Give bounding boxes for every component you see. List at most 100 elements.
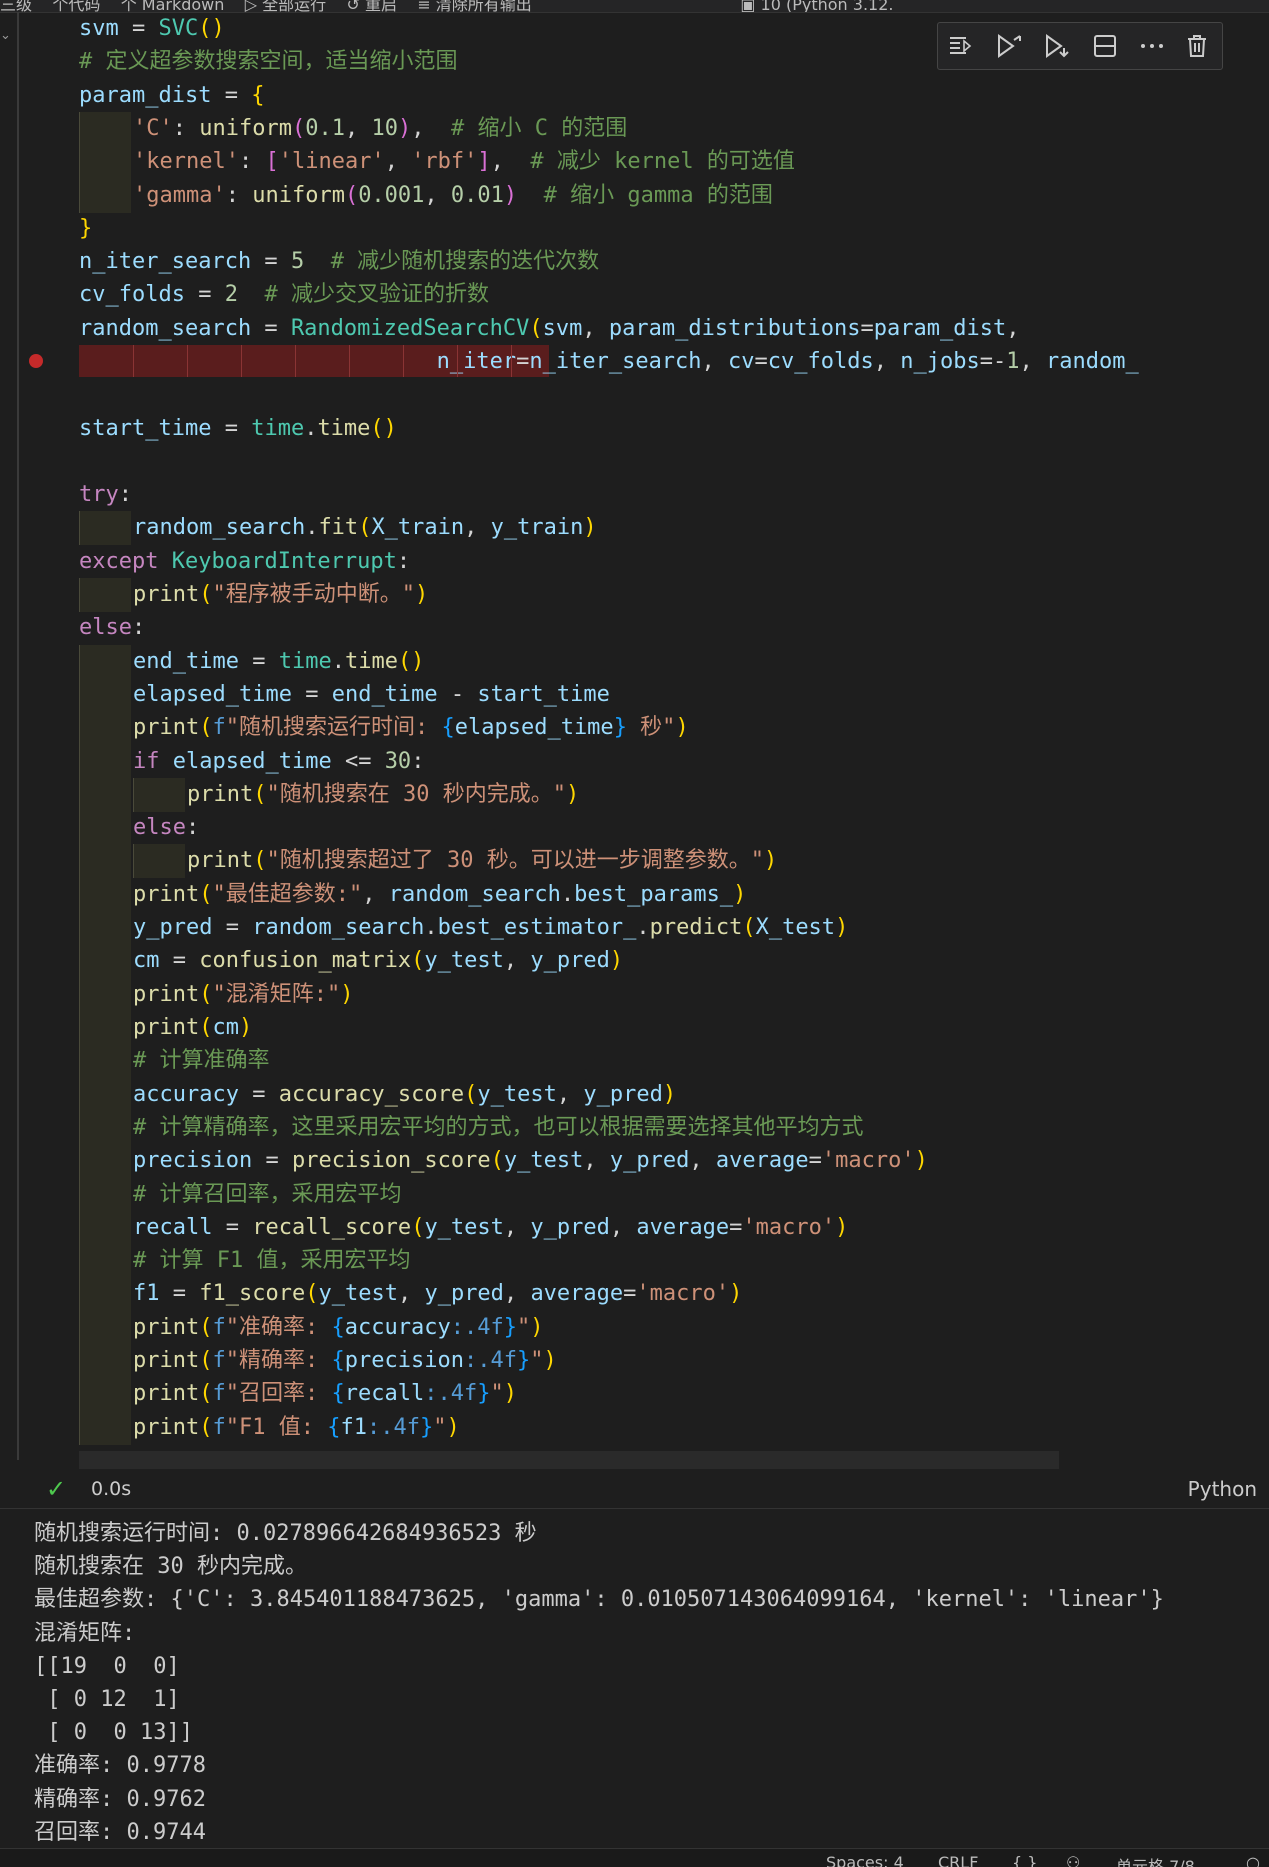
breakpoint-highlight-separator (349, 345, 350, 377)
code-token: f (212, 1415, 226, 1440)
code-token: ( (199, 1415, 213, 1440)
code-token: time (344, 649, 398, 674)
code-line[interactable]: print("程序被手动中断。") (133, 578, 428, 611)
copilot-icon[interactable]: ⚇ (1066, 1853, 1080, 1867)
code-line[interactable]: print(f"F1 值: {f1:.4f}") (133, 1411, 460, 1444)
code-token: y_test (503, 1148, 584, 1173)
code-token: { (331, 1315, 345, 1340)
code-line[interactable]: param_dist = { (79, 79, 264, 112)
code-token: 'C' (133, 116, 173, 141)
code-line[interactable]: precision = precision_score(y_test, y_pr… (133, 1144, 928, 1177)
breakpoint-highlight-separator (457, 345, 458, 377)
code-line[interactable]: print("随机搜索超过了 30 秒。可以进一步调整参数。") (187, 844, 777, 877)
code-token: RandomizedSearchCV (290, 316, 530, 341)
code-line[interactable]: 'kernel': ['linear', 'rbf'], # 减少 kernel… (133, 145, 795, 178)
code-token: , (1006, 316, 1020, 341)
code-token: y_pred (530, 1215, 610, 1240)
code-line[interactable]: y_pred = random_search.best_estimator_.p… (133, 911, 848, 944)
code-line[interactable]: if elapsed_time <= 30: (133, 745, 424, 778)
cell-focus-border (17, 12, 19, 1460)
code-line[interactable]: else: (79, 611, 145, 644)
code-line[interactable]: 'gamma': uniform(0.001, 0.01) # 缩小 gamma… (133, 179, 773, 212)
code-token: "程序被手动中断。" (212, 582, 415, 607)
code-token: confusion_matrix (199, 948, 412, 973)
code-line[interactable]: print("最佳超参数:", random_search.best_param… (133, 878, 746, 911)
output-line: [ 0 0 13]] (34, 1720, 193, 1745)
code-line[interactable]: print(f"精确率: {precision:.4f}") (133, 1344, 557, 1377)
code-token: . (331, 649, 345, 674)
code-line[interactable]: # 计算精确率，这里采用宏平均的方式，也可以根据需要选择其他平均方式 (133, 1111, 864, 1144)
output-line: 最佳超参数: {'C': 3.845401188473625, 'gamma':… (34, 1587, 1164, 1612)
code-token: " (530, 1348, 544, 1373)
indentation-setting[interactable]: Spaces: 4 (826, 1853, 904, 1867)
code-line[interactable]: print(cm) (133, 1011, 252, 1044)
code-token: , (411, 116, 451, 141)
code-line[interactable]: except KeyboardInterrupt: (79, 545, 410, 578)
code-line[interactable]: print(f"召回率: {recall:.4f}") (133, 1377, 517, 1410)
code-line[interactable]: # 计算准确率 (133, 1044, 270, 1077)
breakpoint-icon[interactable] (29, 354, 43, 368)
code-line[interactable]: 'C': uniform(0.1, 10), # 缩小 C 的范围 (133, 112, 627, 145)
code-line[interactable]: f1 = f1_score(y_test, y_pred, average='m… (133, 1277, 742, 1310)
indent-guide (79, 844, 80, 878)
code-token: = (252, 1148, 292, 1173)
indent-guide-fill (79, 911, 131, 945)
code-token: except (79, 549, 159, 574)
code-line[interactable]: cv_folds = 2 # 减少交叉验证的折数 (79, 278, 489, 311)
code-line[interactable]: random_search.fit(X_train, y_train) (133, 511, 597, 544)
code-line[interactable]: svm = SVC() (79, 12, 225, 45)
line-ending[interactable]: CRLF (938, 1853, 978, 1867)
code-token: # 减少随机搜索的迭代次数 (330, 249, 600, 274)
code-line[interactable]: # 计算召回率，采用宏平均 (133, 1178, 402, 1211)
code-token: uniform (252, 183, 345, 208)
code-line[interactable]: elapsed_time = end_time - start_time (133, 678, 610, 711)
code-editor[interactable]: svm = SVC() # 定义超参数搜索空间，适当缩小范围 param_dist … (79, 12, 1269, 1452)
code-token: n_jobs (900, 349, 980, 374)
code-line[interactable]: accuracy = accuracy_score(y_test, y_pred… (133, 1078, 676, 1111)
indent-guide (79, 911, 80, 945)
code-token: = (211, 83, 252, 108)
code-line[interactable]: # 定义超参数搜索空间，适当缩小范围 (79, 45, 458, 78)
code-token: ( (742, 915, 756, 940)
language-picker[interactable]: Python (1188, 1470, 1257, 1508)
notification-bell-icon[interactable]: ○ (1246, 1853, 1260, 1867)
code-line[interactable]: print("随机搜索在 30 秒内完成。") (187, 778, 579, 811)
code-token: cv_folds (79, 282, 185, 307)
code-token: ( (305, 1281, 319, 1306)
code-line[interactable]: end_time = time.time() (133, 645, 424, 678)
code-line[interactable]: print("混淆矩阵:") (133, 978, 353, 1011)
code-line[interactable]: else: (133, 811, 199, 844)
code-token: = (251, 316, 291, 341)
code-token: ] (477, 149, 491, 174)
code-token: ( (253, 782, 267, 807)
code-token: [ (265, 149, 279, 174)
code-line[interactable]: cm = confusion_matrix(y_test, y_pred) (133, 944, 623, 977)
language-mode-braces[interactable]: { } (1012, 1853, 1037, 1867)
code-token: = (159, 948, 200, 973)
code-line[interactable]: try: (79, 478, 132, 511)
code-token: ) (446, 1415, 460, 1440)
code-token: , (384, 149, 412, 174)
code-token: ( (490, 1148, 504, 1173)
collapse-chevron-icon[interactable]: ⌄ (0, 28, 11, 43)
code-token: f (212, 1381, 226, 1406)
code-line[interactable]: n_iter_search = 5 # 减少随机搜索的迭代次数 (79, 245, 599, 278)
code-token: y_test (424, 948, 504, 973)
code-token: param_dist (873, 316, 1007, 341)
indent-guide-fill (79, 112, 131, 146)
code-line[interactable]: start_time = time.time() (79, 412, 397, 445)
indent-guide-fill (79, 1211, 131, 1245)
code-token: "随机搜索在 30 秒内完成。" (266, 782, 566, 807)
code-line[interactable]: print(f"准确率: {accuracy:.4f}") (133, 1311, 543, 1344)
indent-guide-fill (79, 1144, 131, 1178)
code-line[interactable]: # 计算 F1 值，采用宏平均 (133, 1244, 410, 1277)
code-token: random_ (1046, 349, 1139, 374)
horizontal-scrollbar[interactable] (79, 1451, 1059, 1469)
code-line[interactable]: } (79, 212, 92, 245)
code-line[interactable]: print(f"随机搜索运行时间: {elapsed_time} 秒") (133, 711, 689, 744)
code-line[interactable]: n_iter=n_iter_search, cv=cv_folds, n_job… (79, 345, 1139, 378)
code-line[interactable]: recall = recall_score(y_test, y_pred, av… (133, 1211, 848, 1244)
code-token: ) (675, 715, 689, 740)
output-line: 召回率: 0.9744 (34, 1820, 206, 1845)
code-line[interactable]: random_search = RandomizedSearchCV(svm, … (79, 312, 1019, 345)
